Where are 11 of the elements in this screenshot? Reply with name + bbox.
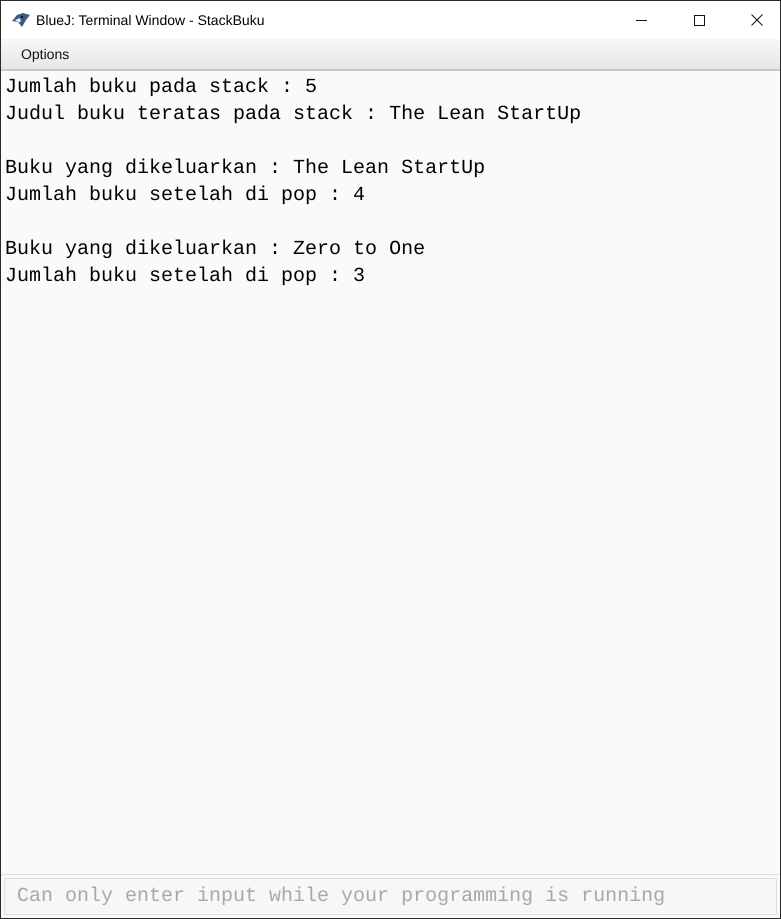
close-icon bbox=[751, 14, 763, 26]
menu-item[interactable]: Options bbox=[11, 44, 80, 64]
output-line: Judul buku teratas pada stack : The Lean StartUp bbox=[5, 102, 582, 128]
output-line: Buku yang dikeluarkan : Zero to One bbox=[5, 237, 426, 263]
maximize-icon bbox=[694, 14, 704, 26]
output-line: Buku yang dikeluarkan : The Lean StartUp bbox=[5, 156, 486, 182]
window-title: BlueJ: Terminal Window - StackBuku bbox=[36, 10, 264, 30]
bird-icon bbox=[11, 12, 31, 28]
output-line: Jumlah buku setelah di pop : 3 bbox=[5, 264, 366, 290]
output-line: Jumlah buku setelah di pop : 4 bbox=[5, 183, 366, 209]
output-line: Jumlah buku pada stack : 5 bbox=[5, 75, 318, 101]
